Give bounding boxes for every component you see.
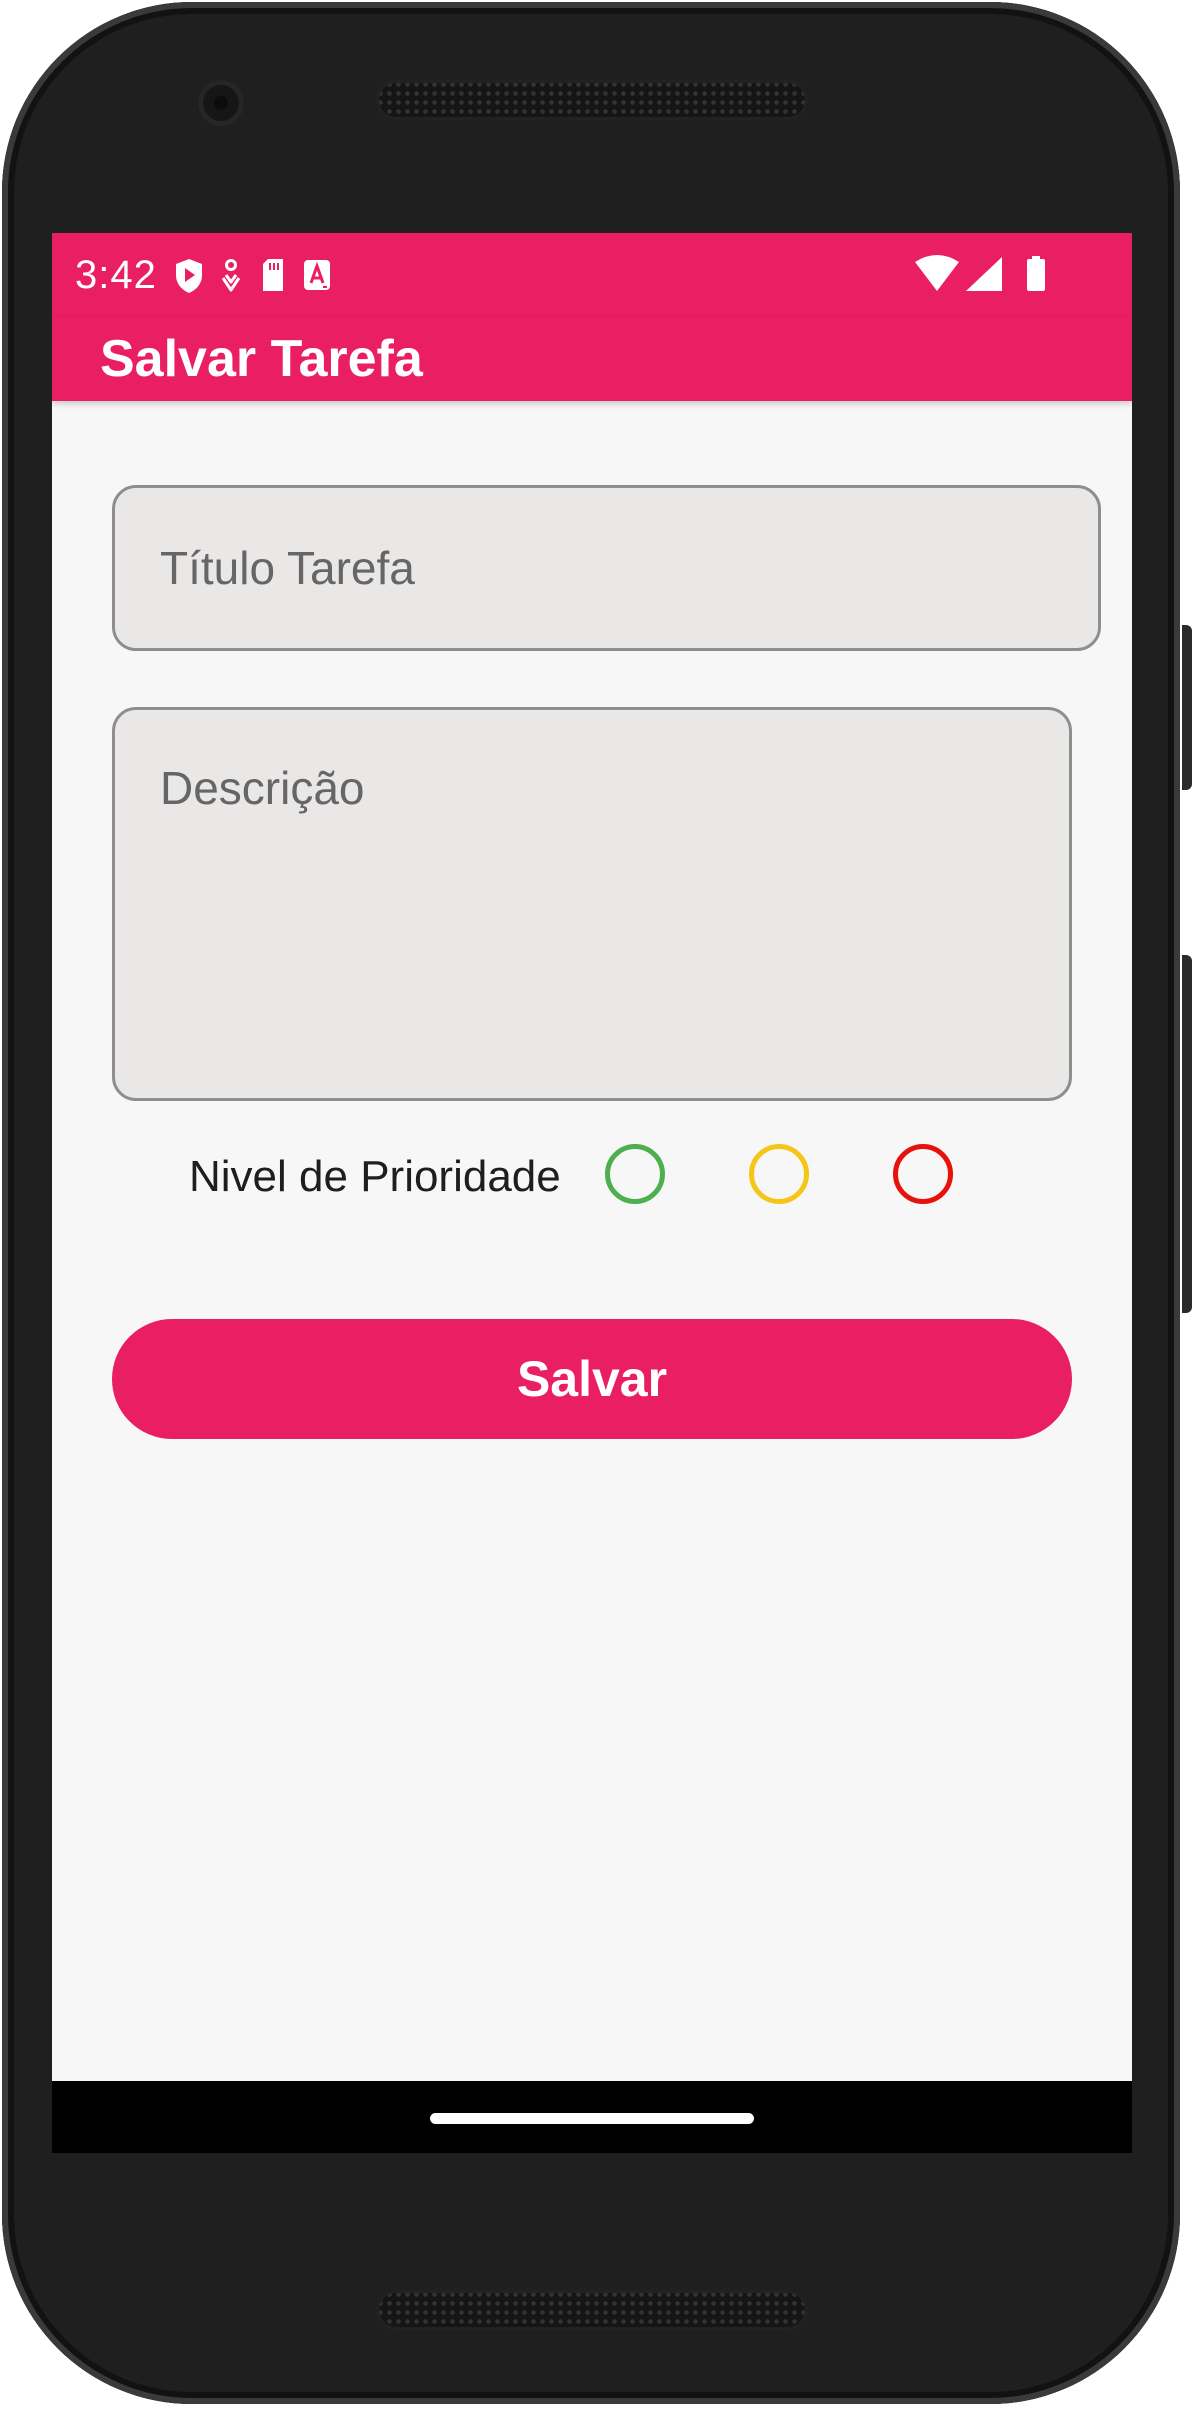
- priority-radio-medium[interactable]: [749, 1144, 809, 1204]
- a-badge-icon: [304, 260, 330, 290]
- volume-button: [1182, 955, 1192, 1313]
- status-time: 3:42: [75, 253, 157, 297]
- status-bar: 3:42: [52, 233, 1132, 317]
- gesture-icon: [221, 259, 241, 292]
- bottom-speaker: [376, 2290, 808, 2330]
- navigation-bar: [52, 2081, 1132, 2153]
- title-input[interactable]: [115, 488, 1098, 648]
- priority-label: Nivel de Prioridade: [189, 1152, 561, 1201]
- description-input[interactable]: [115, 710, 1069, 1098]
- save-button[interactable]: Salvar: [112, 1319, 1072, 1439]
- front-camera: [198, 80, 244, 126]
- wifi-icon: [915, 255, 959, 291]
- power-button: [1182, 625, 1192, 790]
- cellular-signal-icon: [966, 257, 1002, 291]
- description-field: [112, 707, 1072, 1101]
- play-shield-icon: [176, 259, 202, 293]
- app-bar: Salvar Tarefa: [52, 317, 1132, 401]
- title-field: [112, 485, 1101, 651]
- sd-card-icon: [263, 259, 283, 291]
- priority-radio-low[interactable]: [605, 1144, 665, 1204]
- home-gesture-handle[interactable]: [430, 2113, 754, 2124]
- page-title: Salvar Tarefa: [100, 330, 423, 388]
- priority-radio-high[interactable]: [893, 1144, 953, 1204]
- screen: 3:42 Salvar Tarefa Título Tarefa Descriç…: [52, 233, 1132, 2153]
- top-speaker: [376, 80, 808, 120]
- battery-icon: [1027, 256, 1045, 291]
